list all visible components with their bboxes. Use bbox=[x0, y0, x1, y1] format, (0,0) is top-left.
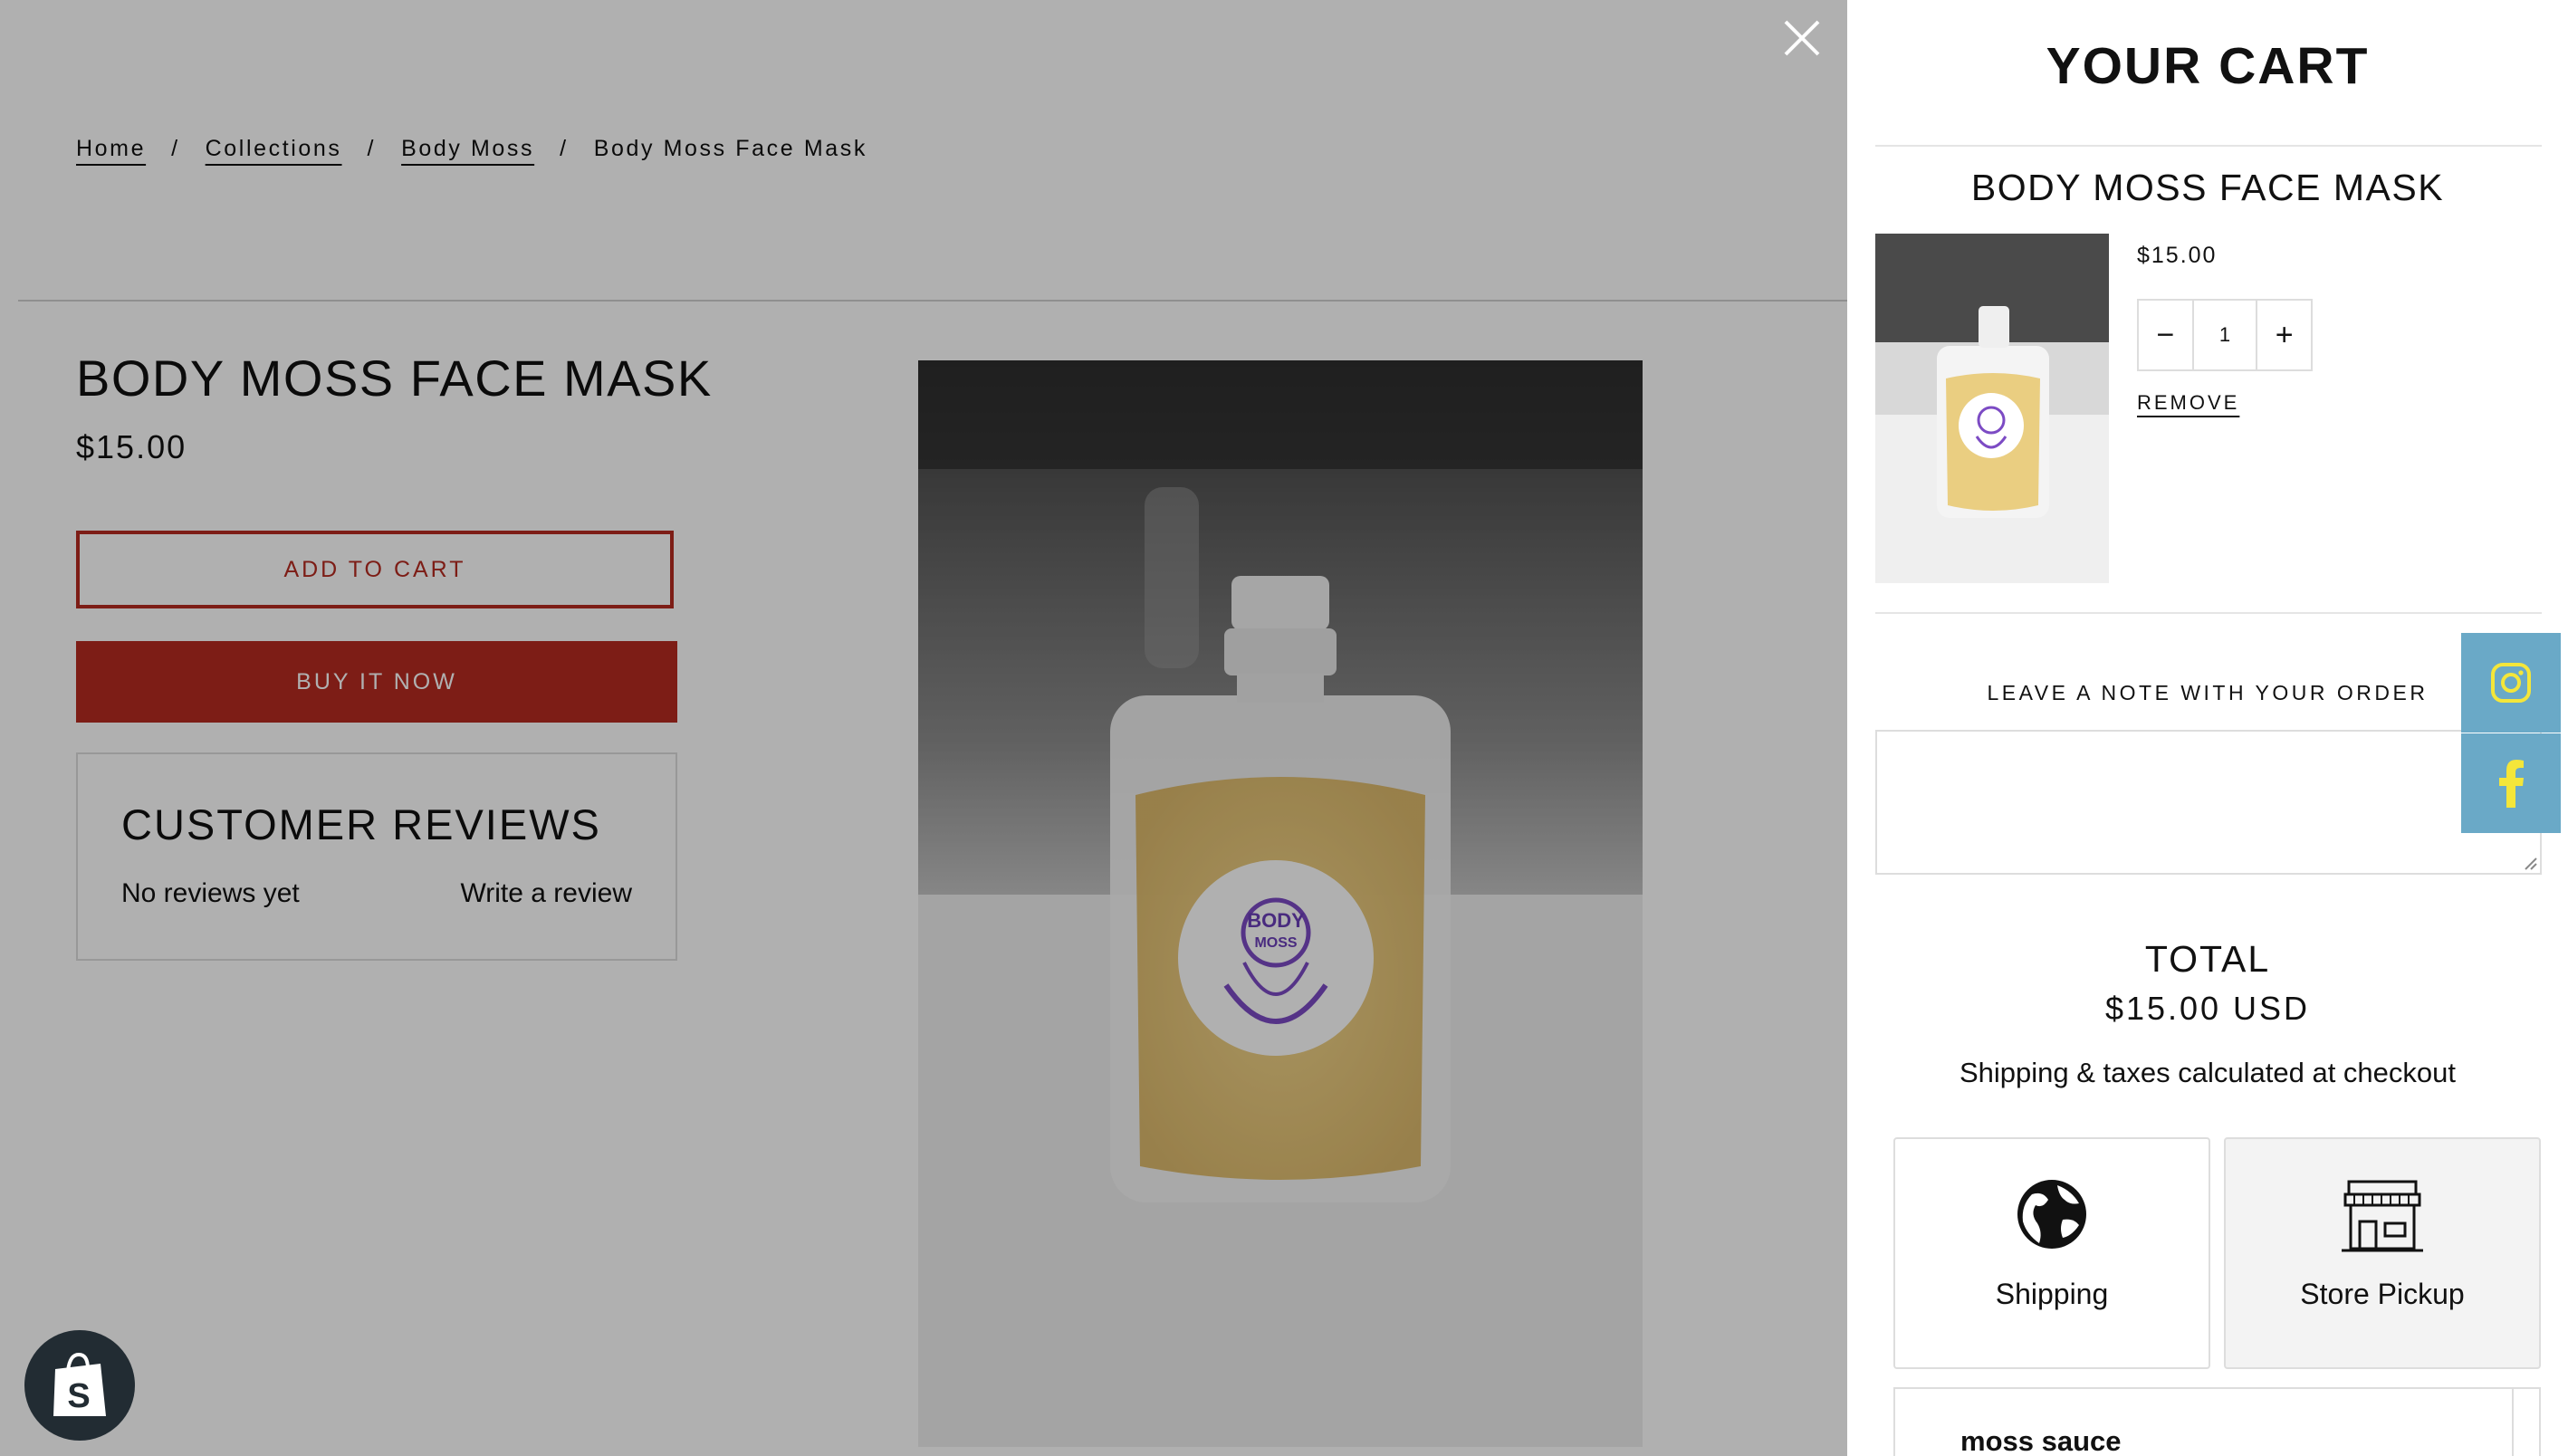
order-note-textarea[interactable] bbox=[1875, 730, 2542, 875]
shipping-note: Shipping & taxes calculated at checkout bbox=[1959, 1057, 2456, 1088]
cart-divider bbox=[1875, 612, 2542, 614]
cart-title: YOUR CART bbox=[2046, 37, 2370, 95]
pickup-location-card[interactable]: moss sauce bbox=[1893, 1387, 2541, 1456]
cart-item-name[interactable]: BODY MOSS FACE MASK bbox=[1847, 167, 2568, 209]
pickup-location-name: moss sauce bbox=[1960, 1425, 2122, 1456]
shopify-bag-icon: S bbox=[53, 1352, 106, 1416]
order-note-label: LEAVE A NOTE WITH YOUR ORDER bbox=[1987, 681, 2429, 704]
remove-item-link[interactable]: REMOVE bbox=[2137, 391, 2239, 415]
facebook-icon bbox=[2499, 760, 2524, 808]
shipping-option[interactable]: Shipping bbox=[1893, 1137, 2210, 1369]
cart-drawer: YOUR CART BODY MOSS FACE MASK $15.00 − 1… bbox=[1847, 0, 2568, 1456]
close-icon bbox=[1784, 20, 1820, 56]
quantity-decrease-button[interactable]: − bbox=[2139, 301, 2192, 369]
cart-item-thumbnail[interactable] bbox=[1875, 234, 2109, 583]
close-cart-button[interactable] bbox=[1782, 18, 1822, 58]
shop-pay-button[interactable]: S bbox=[24, 1330, 135, 1441]
facebook-button[interactable] bbox=[2461, 733, 2561, 833]
svg-text:S: S bbox=[67, 1377, 90, 1415]
quantity-input[interactable]: 1 bbox=[2191, 301, 2258, 369]
store-pickup-option[interactable]: Store Pickup bbox=[2224, 1137, 2541, 1369]
storefront-icon bbox=[2342, 1180, 2423, 1252]
quantity-increase-button[interactable]: + bbox=[2257, 301, 2311, 369]
instagram-button[interactable] bbox=[2461, 633, 2561, 733]
cart-item-price: $15.00 bbox=[2137, 243, 2218, 268]
globe-icon bbox=[2017, 1180, 2086, 1249]
cart-divider bbox=[1875, 145, 2542, 147]
resize-handle-icon[interactable] bbox=[2522, 855, 2538, 871]
store-pickup-option-label: Store Pickup bbox=[2300, 1278, 2465, 1310]
total-value: $15.00 USD bbox=[2104, 990, 2311, 1027]
page-overlay[interactable] bbox=[0, 0, 1847, 1456]
product-page: Home / Collections / Body Moss / Body Mo… bbox=[0, 0, 1847, 1456]
shipping-option-label: Shipping bbox=[1995, 1278, 2109, 1310]
scrollbar[interactable] bbox=[2512, 1389, 2514, 1456]
instagram-icon bbox=[2491, 663, 2531, 703]
total-label: TOTAL bbox=[2144, 938, 2271, 980]
quantity-stepper: − 1 + bbox=[2137, 299, 2313, 371]
